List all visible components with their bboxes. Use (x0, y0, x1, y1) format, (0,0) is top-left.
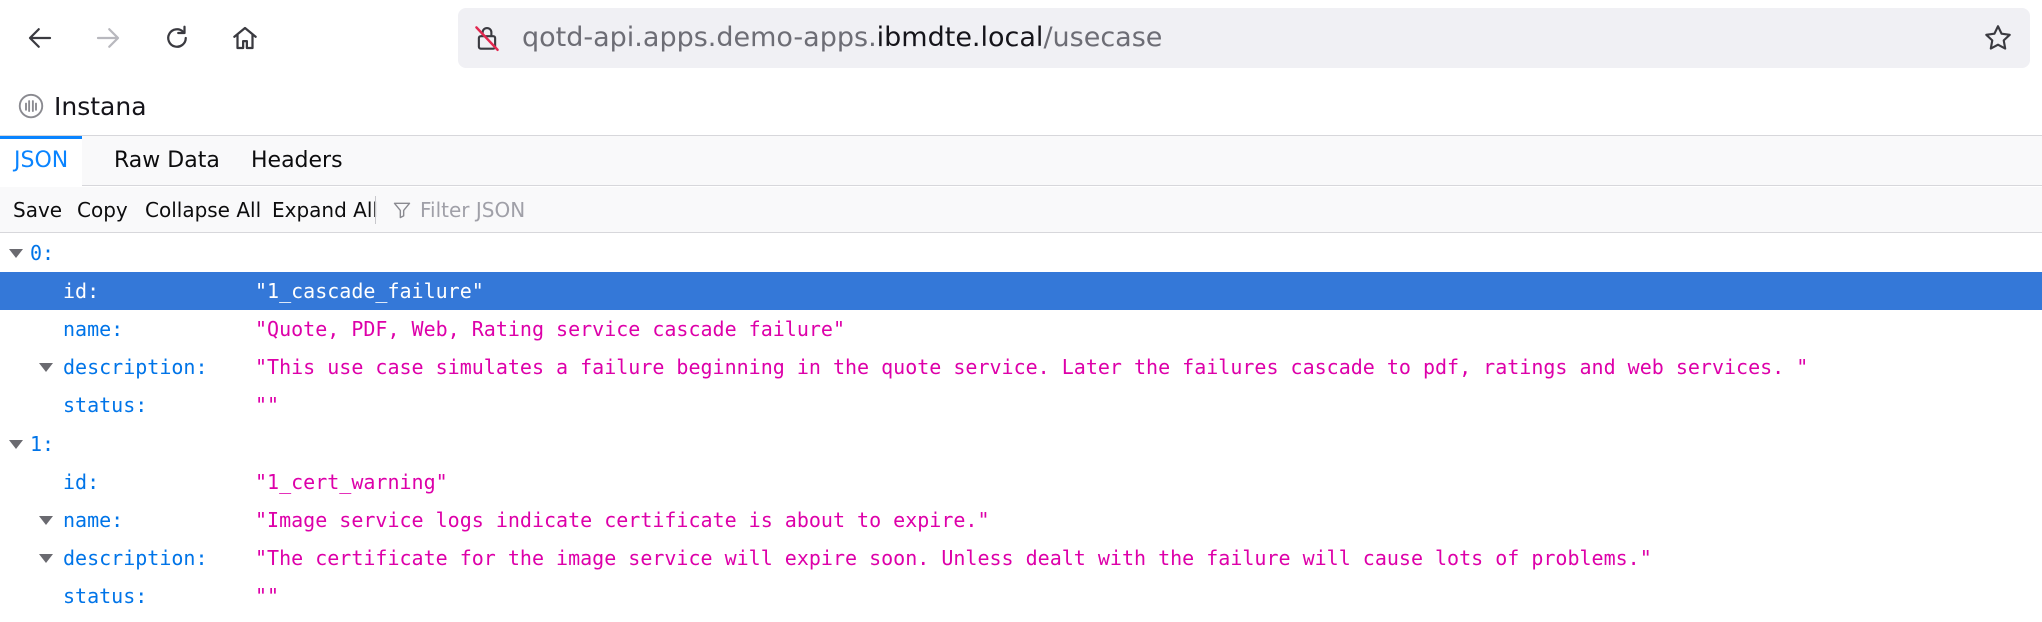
json-key: status: (63, 584, 148, 608)
json-key: status: (63, 393, 148, 417)
json-value: "" (255, 393, 280, 417)
json-value: "" (255, 584, 280, 608)
tree-row-description[interactable]: description: "This use case simulates a … (0, 348, 2042, 386)
viewer-tabs: JSON Raw Data Headers (0, 136, 2042, 187)
instana-icon (18, 93, 44, 119)
expand-all-button[interactable]: Expand All (272, 187, 378, 233)
expand-twisty-icon[interactable] (9, 440, 23, 449)
json-key: name: (63, 317, 124, 341)
tree-row-name[interactable]: name: "Quote, PDF, Web, Rating service c… (0, 310, 2042, 348)
json-value: "1_cert_warning" (255, 470, 448, 494)
url-text[interactable]: qotd-api.apps.demo-apps.ibmdte.local/use… (522, 8, 1162, 68)
url-prefix: qotd-api.apps.demo-apps. (522, 22, 877, 53)
bookmark-star-icon[interactable] (1982, 22, 2014, 54)
tab-raw-data[interactable]: Raw Data (100, 136, 234, 186)
tab-label: Raw Data (114, 148, 220, 173)
json-key: description: (63, 546, 208, 570)
json-key: 0: (30, 241, 55, 265)
tree-row-item-1[interactable]: 1: (0, 425, 2042, 463)
json-key: description: (63, 355, 208, 379)
home-icon (233, 26, 257, 50)
tab-label: JSON (14, 148, 69, 173)
tree-row-item-0[interactable]: 0: (0, 234, 2042, 272)
tree-row-status[interactable]: status: "" (0, 577, 2042, 615)
url-bar[interactable]: qotd-api.apps.demo-apps.ibmdte.local/use… (458, 8, 2030, 68)
toolbar-divider (375, 196, 376, 224)
tree-row-description[interactable]: description: "The certificate for the im… (0, 539, 2042, 577)
json-key: id: (63, 279, 100, 303)
filter-placeholder: Filter JSON (420, 198, 526, 222)
url-domain: ibmdte.local (876, 22, 1044, 53)
json-value: "The certificate for the image service w… (255, 546, 1652, 570)
forward-arrow-icon (96, 28, 120, 48)
bookmark-instana[interactable]: Instana (16, 86, 147, 126)
filter-icon (393, 202, 411, 219)
expand-twisty-icon[interactable] (39, 363, 53, 372)
collapse-all-button[interactable]: Collapse All (145, 187, 261, 233)
json-key: id: (63, 470, 100, 494)
home-button[interactable] (223, 16, 267, 60)
url-path: /usecase (1043, 22, 1163, 53)
tab-json[interactable]: JSON (0, 136, 83, 187)
browser-navbar: qotd-api.apps.demo-apps.ibmdte.local/use… (0, 0, 2042, 76)
tab-label: Headers (251, 148, 343, 173)
json-toolbar: Save Copy Collapse All Expand All Filter… (0, 187, 2042, 233)
tree-row-id[interactable]: id: "1_cascade_failure" (0, 272, 2042, 310)
copy-button[interactable]: Copy (77, 187, 128, 233)
json-value: "1_cascade_failure" (255, 279, 484, 303)
forward-button[interactable] (86, 16, 130, 60)
save-button[interactable]: Save (13, 187, 62, 233)
tree-row-name[interactable]: name: "Image service logs indicate certi… (0, 501, 2042, 539)
json-value: "Quote, PDF, Web, Rating service cascade… (255, 317, 846, 341)
tab-headers[interactable]: Headers (237, 136, 357, 186)
json-tree: 0: id: "1_cascade_failure" name: "Quote,… (0, 234, 2042, 622)
json-key: 1: (30, 432, 55, 456)
insecure-lock-icon[interactable] (472, 23, 502, 53)
reload-button[interactable] (155, 16, 199, 60)
expand-twisty-icon[interactable] (39, 554, 53, 563)
bookmarks-bar: Instana (0, 76, 2042, 136)
tree-row-status[interactable]: status: "" (0, 386, 2042, 424)
filter-json-input[interactable]: Filter JSON (392, 187, 525, 233)
back-button[interactable] (18, 16, 62, 60)
json-value: "Image service logs indicate certificate… (255, 508, 990, 532)
bookmark-label: Instana (54, 91, 147, 121)
reload-icon (167, 25, 187, 48)
tree-row-id[interactable]: id: "1_cert_warning" (0, 463, 2042, 501)
expand-twisty-icon[interactable] (39, 516, 53, 525)
json-key: name: (63, 508, 124, 532)
json-value: "This use case simulates a failure begin… (255, 355, 1809, 379)
expand-twisty-icon[interactable] (9, 249, 23, 258)
back-arrow-icon (28, 28, 52, 48)
